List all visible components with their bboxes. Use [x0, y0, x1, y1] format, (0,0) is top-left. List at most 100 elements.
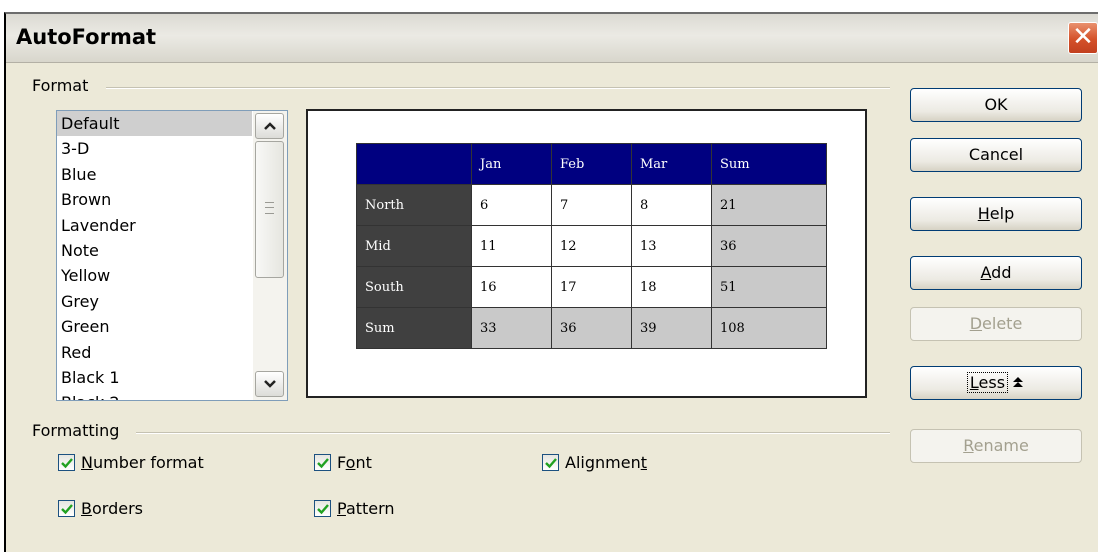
format-preview: Jan Feb Mar Sum North 6 7 8 21 Mid 11 12 13 36 South 16… [306, 109, 867, 398]
preview-row: South 16 17 18 51 [356, 266, 827, 308]
less-mnemonic: L [969, 373, 979, 392]
preview-row-header: Mid [356, 225, 472, 267]
preview-header-cell: Feb [551, 143, 632, 185]
alignment-label: Alignment [565, 453, 647, 472]
checkbox-checked-icon [542, 454, 559, 471]
pattern-label-rest: attern [345, 499, 395, 518]
format-list-item[interactable]: Yellow [57, 263, 252, 288]
formatting-group-divider [136, 432, 890, 434]
format-list-item[interactable]: Green [57, 314, 252, 339]
preview-cell: 17 [551, 266, 632, 308]
pattern-label: Pattern [337, 499, 395, 518]
format-list-item[interactable]: Note [57, 238, 252, 263]
checkbox-checked-icon [58, 454, 75, 471]
scroll-thumb[interactable] [255, 141, 284, 278]
add-button[interactable]: Add [910, 256, 1082, 290]
preview-cell: 108 [711, 307, 827, 349]
grip-icon [265, 202, 274, 214]
preview-cell: 16 [471, 266, 552, 308]
preview-row: North 6 7 8 21 [356, 184, 827, 226]
format-list-item[interactable]: Brown [57, 187, 252, 212]
help-label-rest: elp [989, 204, 1015, 223]
borders-mnemonic: B [81, 499, 92, 518]
close-icon: ✕ [1072, 22, 1094, 52]
font-checkbox[interactable]: Font [314, 453, 372, 472]
format-group-label: Format [32, 76, 95, 95]
format-list-item[interactable]: Default [57, 111, 252, 137]
number-format-label: Number format [81, 453, 204, 472]
format-listbox[interactable]: Default 3-D Blue Brown Lavender Note Yellow Gre… [56, 110, 288, 401]
preview-header-cell: Mar [631, 143, 712, 185]
preview-cell: 11 [471, 225, 552, 267]
format-scrollbar[interactable] [253, 111, 287, 400]
alignment-checkbox[interactable]: Alignment [542, 453, 647, 472]
alignment-label-pre: Alignmen [565, 453, 641, 472]
ok-button[interactable]: OK [910, 88, 1082, 122]
number-format-checkbox[interactable]: Number format [58, 453, 204, 472]
chevron-up-icon [263, 122, 276, 130]
preview-row: Mid 11 12 13 36 [356, 225, 827, 267]
format-list-item[interactable]: Lavender [57, 213, 252, 238]
cancel-button[interactable]: Cancel [910, 138, 1082, 172]
format-list-item[interactable]: Blue [57, 162, 252, 187]
scroll-up-button[interactable] [255, 113, 284, 139]
ok-button-label: OK [984, 95, 1008, 114]
preview-cell: 13 [631, 225, 712, 267]
font-mnemonic: o [345, 453, 356, 472]
preview-row-header: North [356, 184, 472, 226]
preview-cell: 6 [471, 184, 552, 226]
less-label-rest: ess [978, 373, 1006, 392]
borders-label-rest: orders [91, 499, 143, 518]
add-label-rest: dd [991, 263, 1012, 282]
close-button[interactable]: ✕ [1068, 22, 1098, 54]
preview-cell: 36 [711, 225, 827, 267]
preview-row-header: Sum [356, 307, 472, 349]
format-list-item[interactable]: Black 1 [57, 365, 252, 390]
preview-header-cell [356, 143, 472, 185]
preview-cell: 36 [551, 307, 632, 349]
checkbox-checked-icon [58, 500, 75, 517]
borders-checkbox[interactable]: Borders [58, 499, 143, 518]
preview-header-cell: Jan [471, 143, 552, 185]
rename-button[interactable]: Rename [910, 429, 1082, 463]
preview-cell: 12 [551, 225, 632, 267]
autoformat-dialog: AutoFormat ✕ Format Default 3-D Blue Brown L… [4, 12, 1098, 552]
preview-table: Jan Feb Mar Sum North 6 7 8 21 Mid 11 12 13 36 South 16… [356, 143, 827, 349]
format-group-divider [106, 87, 890, 89]
preview-cell: 33 [471, 307, 552, 349]
preview-cell: 18 [631, 266, 712, 308]
preview-row: Sum 33 36 39 108 [356, 307, 827, 349]
chevron-down-icon [263, 380, 276, 388]
format-list-item[interactable]: Grey [57, 289, 252, 314]
pattern-mnemonic: P [337, 499, 346, 518]
preview-cell: 21 [711, 184, 827, 226]
dialog-title: AutoFormat [16, 25, 157, 49]
delete-button[interactable]: Delete [910, 307, 1082, 341]
less-label: Less [966, 372, 1009, 393]
preview-cell: 51 [711, 266, 827, 308]
font-label: Font [337, 453, 372, 472]
less-button[interactable]: Less [910, 366, 1082, 400]
format-list-item[interactable]: Red [57, 340, 252, 365]
pattern-checkbox[interactable]: Pattern [314, 499, 395, 518]
delete-label-rest: elete [982, 314, 1023, 333]
font-label-rest: nt [355, 453, 372, 472]
checkbox-checked-icon [314, 454, 331, 471]
number-format-label-rest: umber format [92, 453, 204, 472]
rename-label-rest: ename [973, 436, 1029, 455]
preview-header-cell: Sum [711, 143, 827, 185]
alignment-mnemonic: t [640, 453, 647, 472]
help-mnemonic: H [977, 204, 990, 223]
rename-mnemonic: R [963, 436, 974, 455]
double-up-arrow-icon [1012, 377, 1024, 392]
help-button[interactable]: Help [910, 197, 1082, 231]
format-list-item[interactable]: Black 2 [57, 390, 252, 400]
format-list-item[interactable]: 3-D [57, 136, 252, 161]
checkbox-checked-icon [314, 500, 331, 517]
borders-label: Borders [81, 499, 143, 518]
title-bar[interactable]: AutoFormat ✕ [6, 14, 1098, 63]
number-format-mnemonic: N [81, 453, 93, 472]
preview-row-header: South [356, 266, 472, 308]
add-mnemonic: A [980, 263, 992, 282]
scroll-down-button[interactable] [255, 371, 284, 397]
